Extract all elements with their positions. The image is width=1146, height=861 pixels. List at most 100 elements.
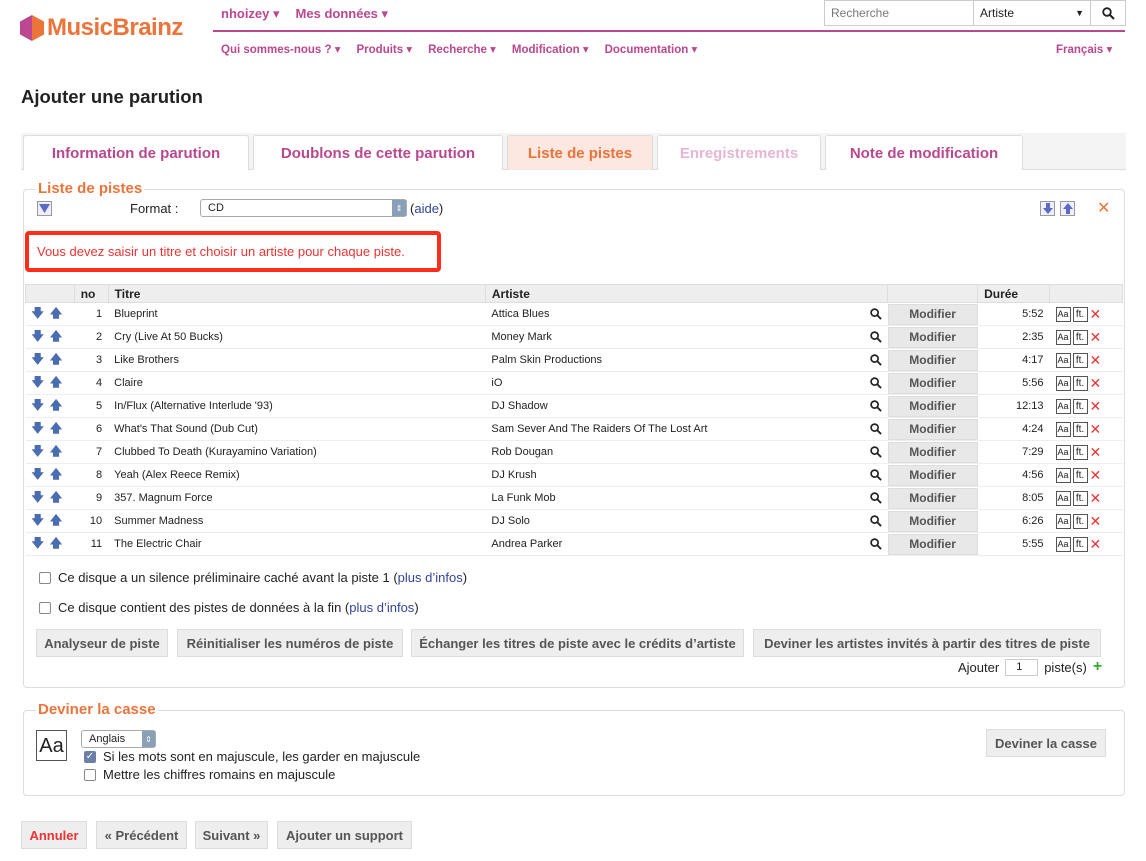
tab-duplicate-releases[interactable]: Doublons de cette parution: [253, 135, 503, 170]
data-tracks-checkbox[interactable]: [39, 601, 51, 614]
track-title[interactable]: Like Brothers: [108, 348, 486, 372]
track-artist[interactable]: DJ Krush: [491, 469, 536, 481]
guess-case-track-icon[interactable]: Aa: [1055, 329, 1071, 345]
track-duration[interactable]: 4:24: [977, 417, 1050, 441]
edit-artist-button[interactable]: Modifier: [887, 464, 978, 486]
track-duration[interactable]: 5:55: [977, 532, 1050, 556]
guess-feat-artists-button[interactable]: ft.: [1072, 352, 1088, 368]
nav-editing[interactable]: Modification ▾: [512, 42, 589, 56]
track-number[interactable]: 3: [74, 348, 109, 372]
search-icon[interactable]: [869, 446, 882, 458]
track-duration[interactable]: 7:29: [977, 440, 1050, 464]
track-title[interactable]: The Electric Chair: [108, 532, 486, 556]
track-artist[interactable]: DJ Solo: [491, 515, 530, 527]
edit-artist-button[interactable]: Modifier: [887, 441, 978, 463]
search-button[interactable]: [1091, 1, 1125, 25]
guess-feat-artists-button[interactable]: ft.: [1072, 467, 1088, 483]
track-title[interactable]: Cry (Live At 50 Bucks): [108, 325, 486, 349]
track-duration[interactable]: 4:17: [977, 348, 1050, 372]
guess-case-track-icon[interactable]: Aa: [1055, 444, 1071, 460]
track-number[interactable]: 2: [74, 325, 109, 349]
track-title[interactable]: Clubbed To Death (Kurayamino Variation): [108, 440, 486, 464]
search-icon[interactable]: [869, 538, 882, 550]
track-artist[interactable]: Palm Skin Productions: [491, 354, 602, 366]
track-title[interactable]: Claire: [108, 371, 486, 395]
track-number[interactable]: 7: [74, 440, 109, 464]
format-select[interactable]: CD ⇕: [200, 199, 407, 217]
edit-artist-button[interactable]: Modifier: [887, 533, 978, 555]
previous-button[interactable]: « Précédent: [96, 821, 187, 849]
edit-artist-button[interactable]: Modifier: [887, 349, 978, 371]
search-icon[interactable]: [869, 492, 882, 504]
search-type-select[interactable]: Artiste ▼: [974, 1, 1091, 25]
move-medium-down-button[interactable]: [1040, 201, 1055, 216]
remove-track-icon[interactable]: ✕: [1090, 490, 1102, 506]
add-tracks-count-input[interactable]: 1: [1005, 658, 1039, 676]
track-duration[interactable]: 6:26: [977, 509, 1050, 533]
remove-track-icon[interactable]: ✕: [1090, 352, 1102, 368]
arrow-down-icon[interactable]: 🡇: [32, 306, 44, 320]
search-icon[interactable]: [869, 423, 882, 435]
arrow-down-icon[interactable]: 🡇: [32, 421, 44, 435]
guess-case-language-select[interactable]: Anglais ⇕: [81, 730, 156, 748]
user-menu-username[interactable]: nhoizey ▾: [221, 6, 280, 22]
remove-track-icon[interactable]: ✕: [1090, 306, 1102, 322]
guess-case-track-icon[interactable]: Aa: [1055, 490, 1071, 506]
track-artist[interactable]: Andrea Parker: [491, 538, 562, 550]
track-duration[interactable]: 2:35: [977, 325, 1050, 349]
nav-products[interactable]: Produits ▾: [357, 42, 413, 56]
guess-case-track-icon[interactable]: Aa: [1055, 536, 1071, 552]
help-link[interactable]: aide: [414, 201, 439, 216]
search-icon[interactable]: [869, 308, 882, 320]
tab-release-information[interactable]: Information de parution: [23, 135, 249, 170]
track-number[interactable]: 9: [74, 486, 109, 510]
remove-track-icon[interactable]: ✕: [1090, 375, 1102, 391]
next-button[interactable]: Suivant »: [195, 821, 268, 849]
guess-feat-artists-button[interactable]: ft.: [1072, 398, 1088, 414]
tab-tracklist[interactable]: Liste de pistes: [507, 135, 653, 170]
remove-track-icon[interactable]: ✕: [1090, 467, 1102, 483]
edit-artist-button[interactable]: Modifier: [887, 487, 978, 509]
logo[interactable]: MusicBrainz: [20, 14, 183, 42]
arrow-down-icon[interactable]: 🡇: [32, 536, 44, 550]
guess-feat-artists-button[interactable]: ft.: [1072, 306, 1088, 322]
arrow-up-icon[interactable]: 🡅: [50, 352, 62, 366]
guess-case-button[interactable]: Deviner la casse: [986, 729, 1106, 757]
move-medium-up-button[interactable]: [1060, 201, 1075, 216]
guess-featured-artists-button[interactable]: Deviner les artistes invités à partir de…: [753, 629, 1101, 657]
keep-uppercase-checkbox[interactable]: ✓: [84, 750, 96, 763]
track-number[interactable]: 1: [74, 302, 109, 326]
guess-case-track-icon[interactable]: Aa: [1055, 421, 1071, 437]
search-icon[interactable]: [869, 469, 882, 481]
edit-artist-button[interactable]: Modifier: [887, 395, 978, 417]
guess-feat-artists-button[interactable]: ft.: [1072, 513, 1088, 529]
arrow-up-icon[interactable]: 🡅: [50, 444, 62, 458]
track-title[interactable]: In/Flux (Alternative Interlude '93): [108, 394, 486, 418]
pregap-more-info-link[interactable]: plus d’infos: [398, 570, 463, 585]
guess-case-track-icon[interactable]: Aa: [1055, 398, 1071, 414]
arrow-down-icon[interactable]: 🡇: [32, 375, 44, 389]
remove-medium-icon[interactable]: ✕: [1097, 198, 1110, 218]
track-parser-button[interactable]: Analyseur de piste: [36, 629, 168, 657]
track-number[interactable]: 8: [74, 463, 109, 487]
track-artist[interactable]: DJ Shadow: [491, 400, 547, 412]
edit-artist-button[interactable]: Modifier: [887, 303, 978, 325]
add-medium-button[interactable]: Ajouter un support: [277, 821, 412, 849]
arrow-down-icon[interactable]: 🡇: [32, 398, 44, 412]
guess-feat-artists-button[interactable]: ft.: [1072, 444, 1088, 460]
arrow-down-icon[interactable]: 🡇: [32, 444, 44, 458]
remove-track-icon[interactable]: ✕: [1090, 398, 1102, 414]
remove-track-icon[interactable]: ✕: [1090, 329, 1102, 345]
user-menu-my-data[interactable]: Mes données ▾: [296, 6, 389, 22]
arrow-down-icon[interactable]: 🡇: [32, 467, 44, 481]
track-duration[interactable]: 5:52: [977, 302, 1050, 326]
search-icon[interactable]: [869, 377, 882, 389]
track-artist[interactable]: Money Mark: [491, 331, 552, 343]
track-number[interactable]: 5: [74, 394, 109, 418]
guess-feat-artists-button[interactable]: ft.: [1072, 536, 1088, 552]
edit-artist-button[interactable]: Modifier: [887, 326, 978, 348]
guess-feat-artists-button[interactable]: ft.: [1072, 375, 1088, 391]
arrow-down-icon[interactable]: 🡇: [32, 329, 44, 343]
add-tracks-plus-icon[interactable]: +: [1093, 658, 1102, 676]
swap-titles-artists-button[interactable]: Échanger les titres de piste avec le cré…: [411, 629, 744, 657]
